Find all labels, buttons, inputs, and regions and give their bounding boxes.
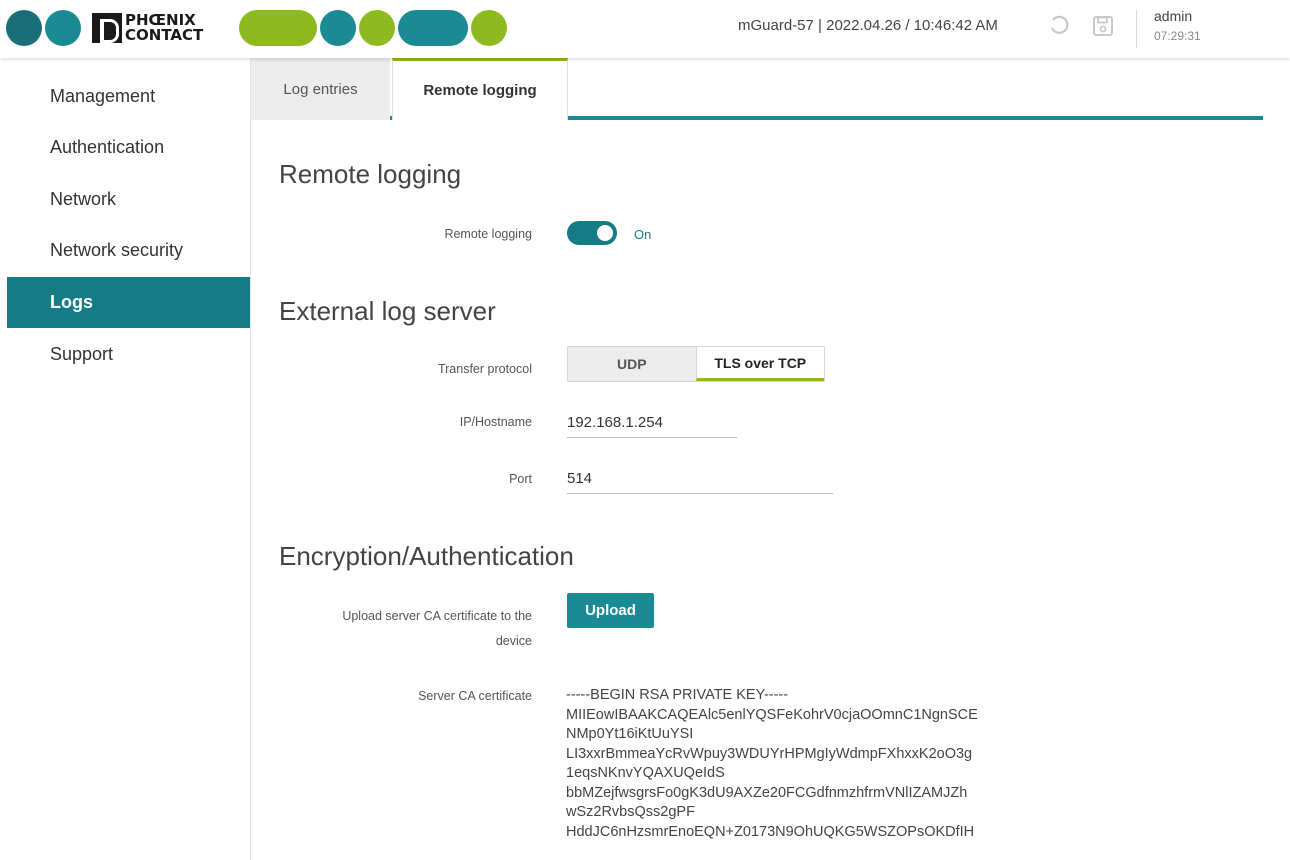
brand-wordmark: PHŒNIX CONTACT — [92, 8, 203, 48]
upload-ca-label-line1: Upload server CA certificate to the — [342, 609, 532, 623]
remote-logging-label: Remote logging — [444, 227, 532, 241]
transfer-protocol-label: Transfer protocol — [437, 362, 532, 376]
tab-log-entries[interactable]: Log entries — [251, 58, 390, 120]
logo-dot — [471, 10, 507, 46]
remote-logging-toggle[interactable] — [567, 221, 617, 245]
upload-ca-label-line2: device — [495, 634, 532, 648]
sidebar-item-logs[interactable]: Logs — [7, 277, 250, 328]
logo-dot — [320, 10, 356, 46]
sidebar-item-management[interactable]: Management — [7, 71, 250, 122]
logo-dot — [359, 10, 395, 46]
upload-button[interactable]: Upload — [567, 593, 654, 628]
phoenix-contact-logo: PHŒNIX CONTACT — [6, 8, 507, 48]
server-ca-cert-label: Server CA certificate — [418, 689, 532, 703]
save-icon[interactable] — [1090, 13, 1116, 39]
device-status: mGuard-57 | 2022.04.26 / 10:46:42 AM — [738, 17, 998, 34]
section-title-remote-logging: Remote logging — [279, 159, 462, 189]
port-label: Port — [509, 472, 532, 486]
logo-dot — [45, 10, 81, 46]
user-name[interactable]: admin — [1154, 8, 1192, 24]
header-divider — [1136, 10, 1137, 48]
logo-pill — [398, 10, 468, 46]
sidebar-item-network[interactable]: Network — [7, 174, 250, 225]
top-header: PHŒNIX CONTACT mGuard-57 | 2022.04.26 / … — [0, 0, 1290, 58]
port-input[interactable]: 514 — [567, 467, 833, 494]
transfer-protocol-selector: UDP TLS over TCP — [567, 346, 825, 382]
logo-pill — [239, 10, 317, 46]
logo-dot — [6, 10, 42, 46]
ip-hostname-label: IP/Hostname — [459, 415, 532, 429]
sidebar-item-network-security[interactable]: Network security — [7, 225, 250, 276]
brand-line-2: CONTACT — [125, 26, 204, 44]
sidebar: Management Authentication Network Networ… — [0, 58, 251, 860]
brand-mark-icon — [92, 13, 122, 43]
section-title-external-log-server: External log server — [279, 296, 496, 326]
sidebar-item-authentication[interactable]: Authentication — [7, 122, 250, 173]
sidebar-item-support[interactable]: Support — [7, 329, 250, 380]
undo-icon[interactable] — [1046, 13, 1072, 39]
ip-hostname-input[interactable]: 192.168.1.254 — [567, 411, 737, 438]
toggle-knob — [597, 225, 613, 241]
toggle-state-text: On — [634, 227, 652, 242]
protocol-option-udp[interactable]: UDP — [568, 347, 696, 381]
section-title-encryption: Encryption/Authentication — [279, 541, 574, 571]
tab-remote-logging[interactable]: Remote logging — [392, 58, 568, 120]
protocol-option-tls-over-tcp[interactable]: TLS over TCP — [695, 347, 824, 381]
session-timer: 07:29:31 — [1154, 29, 1201, 43]
server-ca-cert-text: -----BEGIN RSA PRIVATE KEY----- MIIEowIB… — [566, 687, 978, 840]
